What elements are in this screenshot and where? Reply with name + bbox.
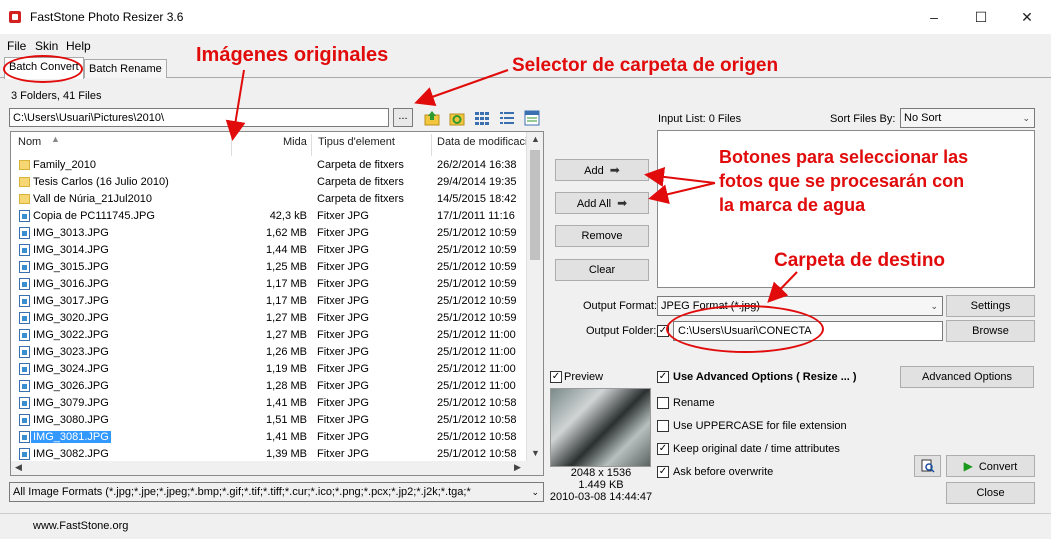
- annotation-buttons-3: la marca de agua: [719, 195, 866, 215]
- annotation-destination: Carpeta de destino: [774, 250, 946, 271]
- annotation-selector: Selector de carpeta de origen: [512, 55, 779, 76]
- annotation-buttons-2: fotos que se procesarán con: [719, 171, 965, 191]
- annotation-images: Imágenes originales: [196, 44, 389, 66]
- annotation-buttons-1: Botones para seleccionar las: [719, 147, 969, 167]
